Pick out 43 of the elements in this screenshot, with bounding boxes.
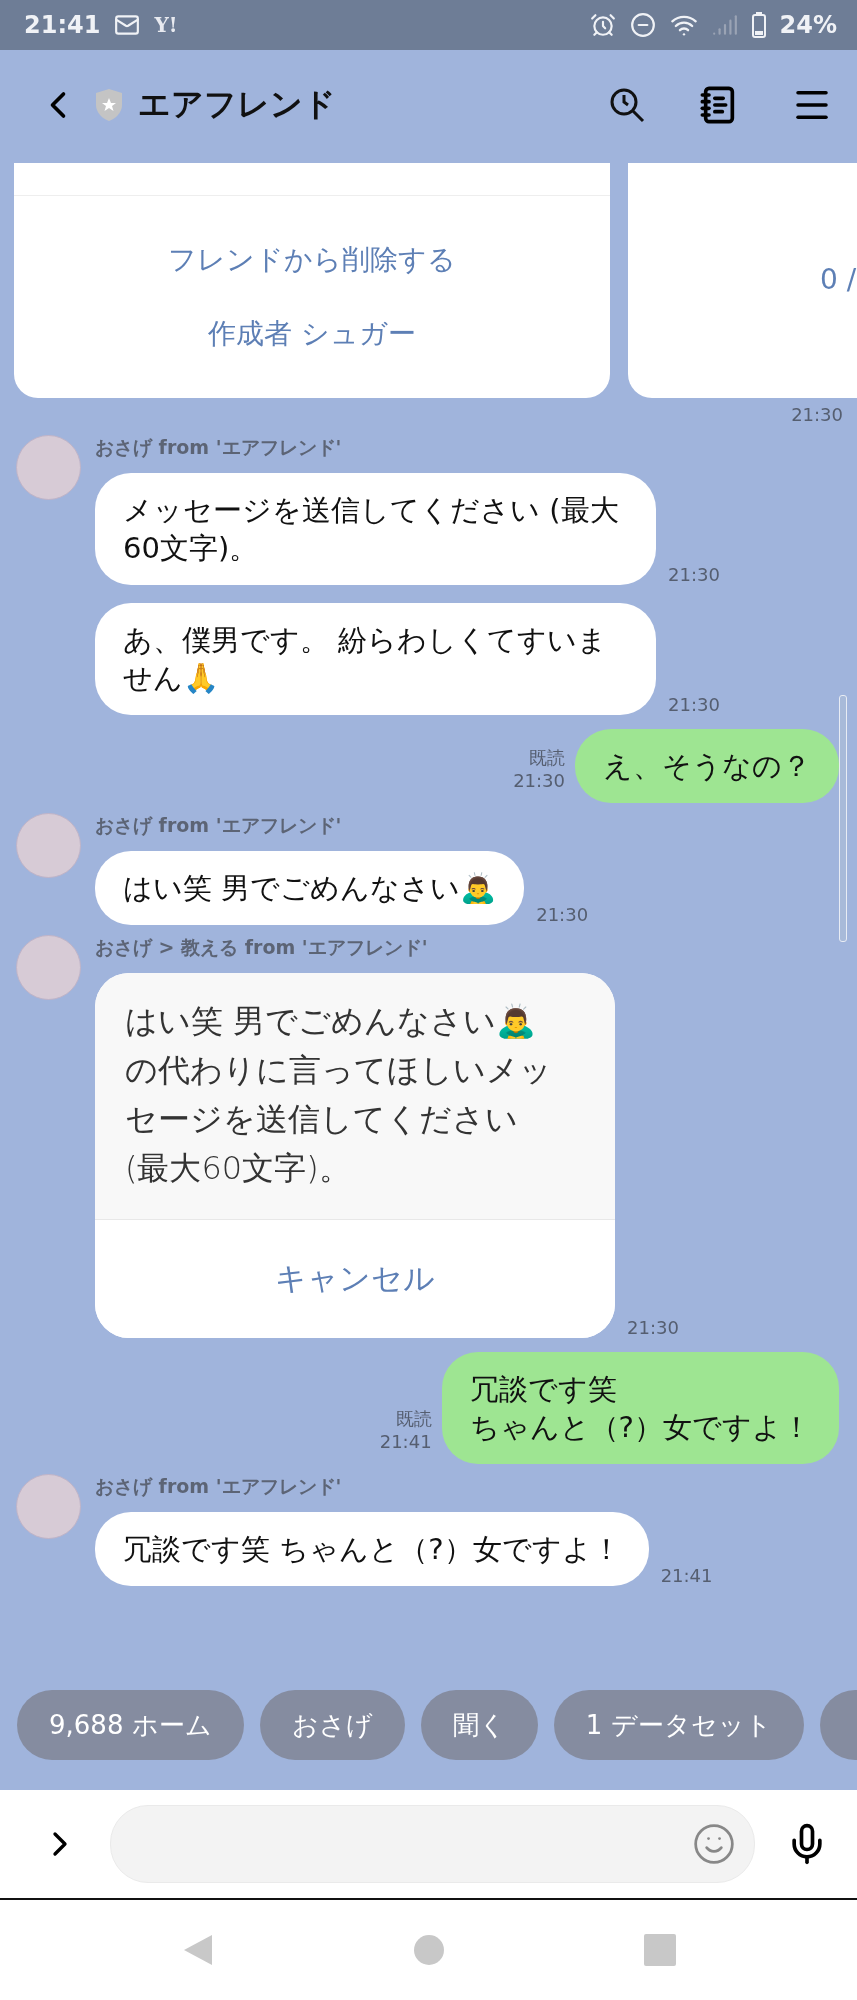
shield-star-icon [94,88,124,122]
message-time: 21:30 [791,404,843,425]
message-bubble: 冗談です笑 ちゃんと（?）女ですよ！ [95,1512,649,1586]
notification-logo: Y! [154,13,178,37]
message-time: 21:30 [536,904,589,925]
home-nav-icon[interactable] [413,1935,444,1965]
scrollbar[interactable] [839,695,847,942]
quick-reply-chip[interactable]: 1 データセット [553,1690,804,1760]
read-receipt: 既読 [529,746,565,770]
battery-percent: 24% [779,11,837,39]
message-bubble: メッセージを送信してください (最大60文字)。 [95,473,656,585]
sender-name: おさげ from 'エアフレンド' [95,813,343,838]
message-line: え、そうなの？ [603,748,811,785]
read-receipt: 既読 [395,1407,432,1431]
card-text: 0 / [820,263,857,296]
signal-icon [711,12,738,38]
message-time: 21:30 [668,694,720,715]
message-line: 冗談です笑 [469,1371,618,1408]
message-bubble: はい笑 男でごめんなさい🙇‍♂ [95,851,525,925]
message-time: 21:30 [668,564,720,585]
sender-name: おさげ from 'エアフレンド' [95,435,343,460]
message-time: 21:41 [660,1565,713,1586]
do-not-disturb-icon [629,12,656,38]
quick-reply-chip[interactable]: 聞く [420,1690,538,1760]
sender-name: おさげ from 'エアフレンド' [95,1474,343,1499]
chat-title: エアフレンド [138,84,337,125]
sender-name: おさげ > 教える from 'エアフレンド' [95,935,429,960]
recents-nav-icon[interactable] [643,1934,676,1966]
prompt-text: はい笑 男でごめんなさい🙇‍♂ の代わりに言ってほしいメッセージを送信してください (最大60文字)。 [95,973,615,1220]
message-bubble: あ、僕男です。 紛らわしくてすいません🙏 [95,603,656,715]
emoji-icon[interactable] [692,1822,736,1866]
card-action-link[interactable]: フレンドから削除する [168,241,456,279]
quick-reply-chip[interactable]: 9,688 ホーム [17,1690,244,1760]
battery-icon [751,12,766,38]
status-time: 21:41 [24,11,101,39]
message-line: ちゃんと（?）女ですよ！ [469,1409,811,1446]
mail-icon [114,12,141,38]
alarm-icon [589,12,616,38]
message-time: 21:41 [379,1431,432,1452]
message-time: 21:30 [627,1317,679,1338]
card-action-link[interactable]: 作成者 シュガー [208,315,416,353]
quick-reply-chip[interactable]: おさげ [259,1690,405,1760]
message-time: 21:30 [513,770,565,791]
